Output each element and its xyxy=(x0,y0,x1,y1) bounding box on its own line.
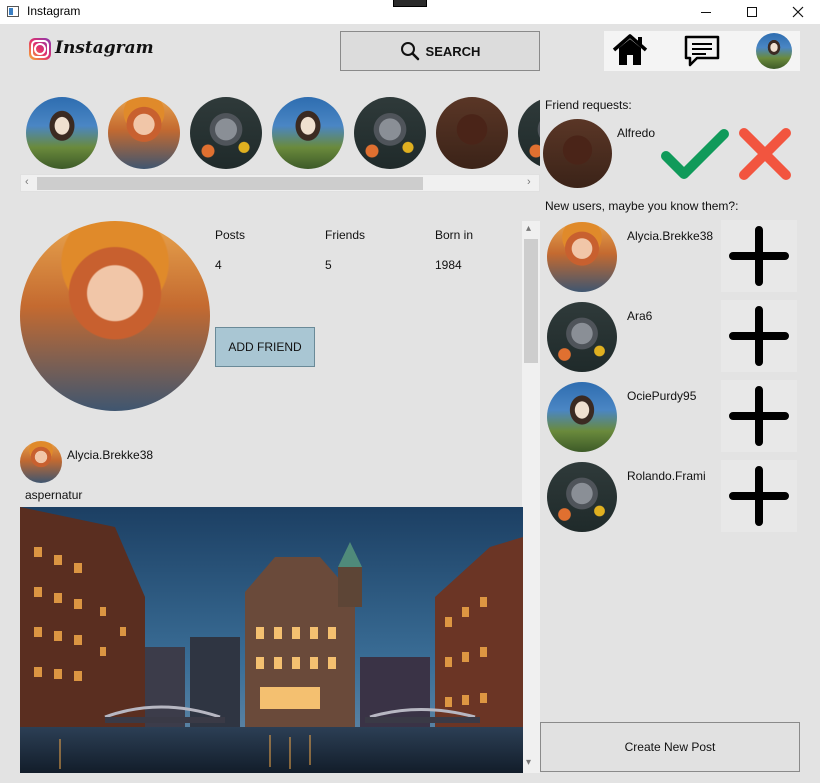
reject-request-x-icon[interactable] xyxy=(736,125,794,183)
new-user-avatar[interactable] xyxy=(547,222,617,292)
new-user-name[interactable]: Ara6 xyxy=(627,309,652,323)
new-user-name[interactable]: Alycia.Brekke38 xyxy=(627,229,713,243)
post-author-avatar[interactable] xyxy=(20,441,62,483)
scroll-right-icon[interactable]: › xyxy=(527,176,531,188)
new-users-title: New users, maybe you know them?: xyxy=(545,199,739,213)
maximize-button[interactable] xyxy=(729,0,775,24)
story-avatar[interactable] xyxy=(518,97,540,169)
new-user-name[interactable]: OciePurdy95 xyxy=(627,389,696,403)
close-button[interactable] xyxy=(775,0,820,24)
drag-grip[interactable] xyxy=(393,0,427,7)
title-bar: Instagram xyxy=(0,0,820,24)
stat-label-posts: Posts xyxy=(215,228,246,242)
story-avatar[interactable] xyxy=(272,97,344,169)
friend-requests-title: Friend requests: xyxy=(545,98,632,112)
instagram-logo-icon xyxy=(29,38,51,60)
stat-label-friends: Friends xyxy=(325,228,366,242)
message-icon[interactable] xyxy=(683,34,721,68)
profile-picture xyxy=(20,221,210,411)
stat-value-born: 1984 xyxy=(435,258,462,272)
minimize-icon xyxy=(701,11,711,13)
scrollbar-thumb[interactable] xyxy=(37,177,423,190)
search-label: SEARCH xyxy=(425,43,481,59)
story-avatar[interactable] xyxy=(190,97,262,169)
stat-value-posts: 4 xyxy=(215,258,222,272)
search-button[interactable]: SEARCH xyxy=(340,31,540,71)
create-new-post-button[interactable]: Create New Post xyxy=(540,722,800,772)
friend-request-name[interactable]: Alfredo xyxy=(617,126,655,140)
story-avatar[interactable] xyxy=(436,97,508,169)
scroll-down-icon[interactable]: ▾ xyxy=(526,757,531,768)
new-user-name[interactable]: Rolando.Frami xyxy=(627,469,706,483)
scroll-left-icon[interactable]: ‹ xyxy=(25,176,29,188)
plus-icon[interactable] xyxy=(721,380,797,452)
brand-name: Instagram xyxy=(55,38,154,58)
new-user-avatar[interactable] xyxy=(547,382,617,452)
close-icon xyxy=(792,6,804,18)
app-icon xyxy=(7,6,19,17)
new-user-avatar[interactable] xyxy=(547,302,617,372)
plus-icon[interactable] xyxy=(721,220,797,292)
story-avatar[interactable] xyxy=(354,97,426,169)
search-icon xyxy=(400,42,419,61)
plus-icon[interactable] xyxy=(721,460,797,532)
scroll-up-icon[interactable]: ▴ xyxy=(526,223,531,234)
minimize-button[interactable] xyxy=(683,0,729,24)
add-friend-button[interactable]: ADD FRIEND xyxy=(215,327,315,367)
profile-avatar-button[interactable] xyxy=(756,33,792,69)
scrollbar-thumb[interactable] xyxy=(524,239,538,363)
post-caption: aspernatur xyxy=(25,488,83,502)
new-user-avatar[interactable] xyxy=(547,462,617,532)
story-avatar[interactable] xyxy=(26,97,98,169)
post-author-name[interactable]: Alycia.Brekke38 xyxy=(67,448,153,462)
stat-value-friends: 5 xyxy=(325,258,332,272)
stat-label-born: Born in xyxy=(435,228,474,242)
accept-request-check-icon[interactable] xyxy=(660,126,730,184)
story-avatar[interactable] xyxy=(108,97,180,169)
stories-scrollbar[interactable]: ‹ › xyxy=(20,174,540,192)
post-image xyxy=(20,507,523,773)
window-title: Instagram xyxy=(27,4,81,18)
stories-strip xyxy=(20,92,540,174)
home-icon[interactable] xyxy=(611,33,649,67)
friend-request-avatar[interactable] xyxy=(543,119,612,188)
plus-icon[interactable] xyxy=(721,300,797,372)
profile-scrollbar[interactable]: ▴ ▾ xyxy=(522,221,540,773)
maximize-icon xyxy=(747,7,757,17)
